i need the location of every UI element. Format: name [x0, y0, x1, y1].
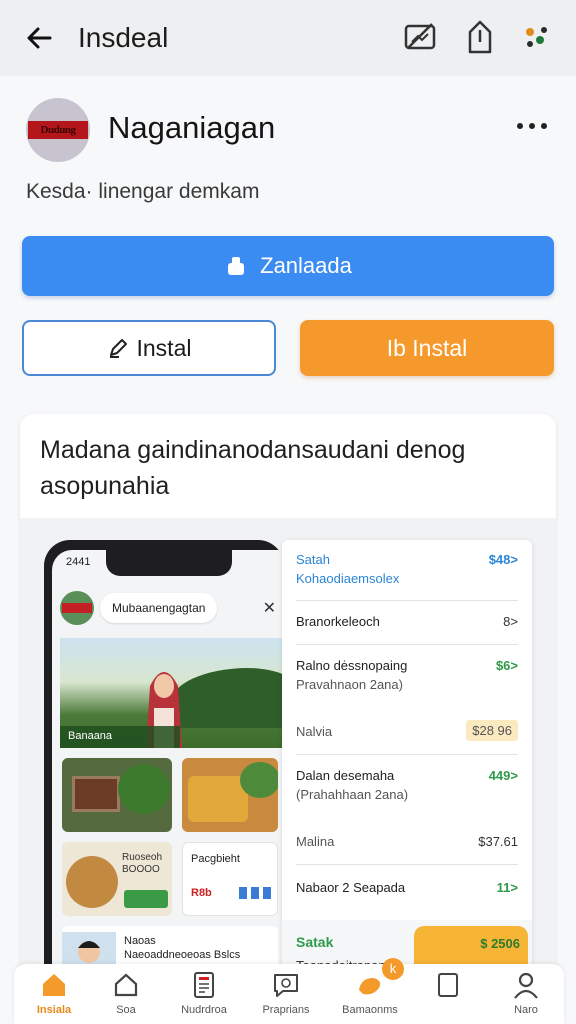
back-arrow-icon[interactable]	[22, 20, 58, 56]
screenshot-preview[interactable]: 2441 Mubaanengagtan ✕ Banaana Ruoseoh BO…	[20, 518, 556, 1024]
app-name: Naganiagan	[108, 110, 276, 145]
tile-title: Naoas	[124, 935, 156, 947]
list-item: Satah Kohaodiaemsolex $48>	[296, 552, 518, 586]
more-options-icon[interactable]	[512, 112, 552, 140]
document-icon	[194, 972, 214, 998]
tile-subtitle: Naeoaddneoeoas Bslcs	[124, 949, 241, 961]
top-bar: Insdeal	[0, 0, 576, 76]
info-tile: Pacgbieht R8b	[182, 842, 278, 916]
orange-blob-icon	[359, 978, 381, 995]
list-item: Malina $37.61	[296, 834, 518, 849]
app-subtitle: Kesda· linengar demkam	[26, 180, 260, 203]
person-icon	[514, 972, 538, 999]
nav-item-home[interactable]: Insiala	[14, 970, 94, 1024]
tile-tag	[124, 890, 168, 908]
cast-icon[interactable]	[402, 18, 438, 56]
food-tile	[182, 758, 278, 832]
tablet-icon	[438, 973, 458, 997]
nav-item-tablet[interactable]	[408, 970, 488, 1024]
app-details-sheet: Dudung Naganiagan Kesda· linengar demkam…	[0, 76, 576, 1024]
app-header: Dudung Naganiagan Kesda· linengar demkam	[0, 76, 576, 236]
app-logo: Dudung	[28, 121, 88, 139]
nav-item-praprians[interactable]: Praprians	[246, 970, 326, 1024]
phone-screen: 2441 Mubaanengagtan ✕ Banaana Ruoseoh BO…	[52, 550, 284, 1024]
mini-app-icon	[60, 591, 94, 625]
tile-text: Ruoseoh BOOOO	[122, 852, 163, 875]
food-tile	[62, 758, 172, 832]
download-icon	[228, 257, 245, 275]
home-icon	[43, 974, 65, 996]
nav-item-soa[interactable]: Soa	[86, 970, 166, 1024]
list-item: Nalvia $28 96	[296, 720, 518, 741]
price-panel: Satah Kohaodiaemsolex $48> Branorkeleoch…	[282, 540, 532, 1020]
phone-search-text: Mubaanengagtan	[100, 593, 218, 623]
food-tile: Ruoseoh BOOOO	[62, 842, 172, 916]
tile-title: Pacgbieht	[191, 853, 240, 865]
install-outline-label: Instal	[136, 334, 192, 361]
phone-search-bar: Mubaanengagtan ✕	[60, 586, 284, 630]
list-item: Dalan desemaha (Prahahhaan 2ana) 449>	[296, 768, 518, 802]
list-item: Branorkeleoch 8>	[296, 614, 518, 629]
app-icon: Dudung	[26, 98, 90, 162]
chat-icon	[274, 974, 298, 997]
app-preview-card: Madana gaindinanodansaudani denog asopun…	[20, 414, 556, 1024]
nav-item-profile[interactable]: Naro	[486, 970, 566, 1024]
list-item: Ralno dėssnopaing Pravahnaon 2ana) $6>	[296, 658, 518, 692]
install-button-label: Ib Instal	[386, 334, 468, 361]
install-outline-button[interactable]: Instal	[22, 320, 276, 376]
download-button[interactable]: Zanlaada	[22, 236, 554, 296]
hero-caption: Banaana	[60, 726, 180, 748]
phone-clock: 2441	[66, 556, 91, 568]
notification-badge: k	[382, 958, 404, 980]
share-icon[interactable]	[462, 18, 498, 56]
page-title: Insdeal	[78, 22, 169, 53]
hero-image: Banaana	[60, 638, 284, 748]
house-outline-icon	[114, 973, 138, 997]
list-item: Nabaor 2 Seapada 11>	[296, 880, 518, 895]
app-description: Madana gaindinanodansaudani denog asopun…	[40, 436, 466, 500]
download-button-label: Zanlaada	[260, 253, 352, 278]
bottom-nav: Insiala Soa Nudrdroa Praprians Bamaonms …	[14, 964, 564, 1024]
install-button[interactable]: Ib Instal	[300, 320, 554, 376]
nav-item-nudrdroa[interactable]: Nudrdroa	[164, 970, 244, 1024]
phone-mockup: 2441 Mubaanengagtan ✕ Banaana Ruoseoh BO…	[44, 540, 284, 1024]
close-icon: ✕	[262, 600, 276, 617]
account-icon[interactable]	[520, 18, 556, 56]
phone-notch	[106, 550, 232, 576]
edit-icon	[109, 339, 127, 358]
tile-badge: R8b	[191, 887, 212, 899]
